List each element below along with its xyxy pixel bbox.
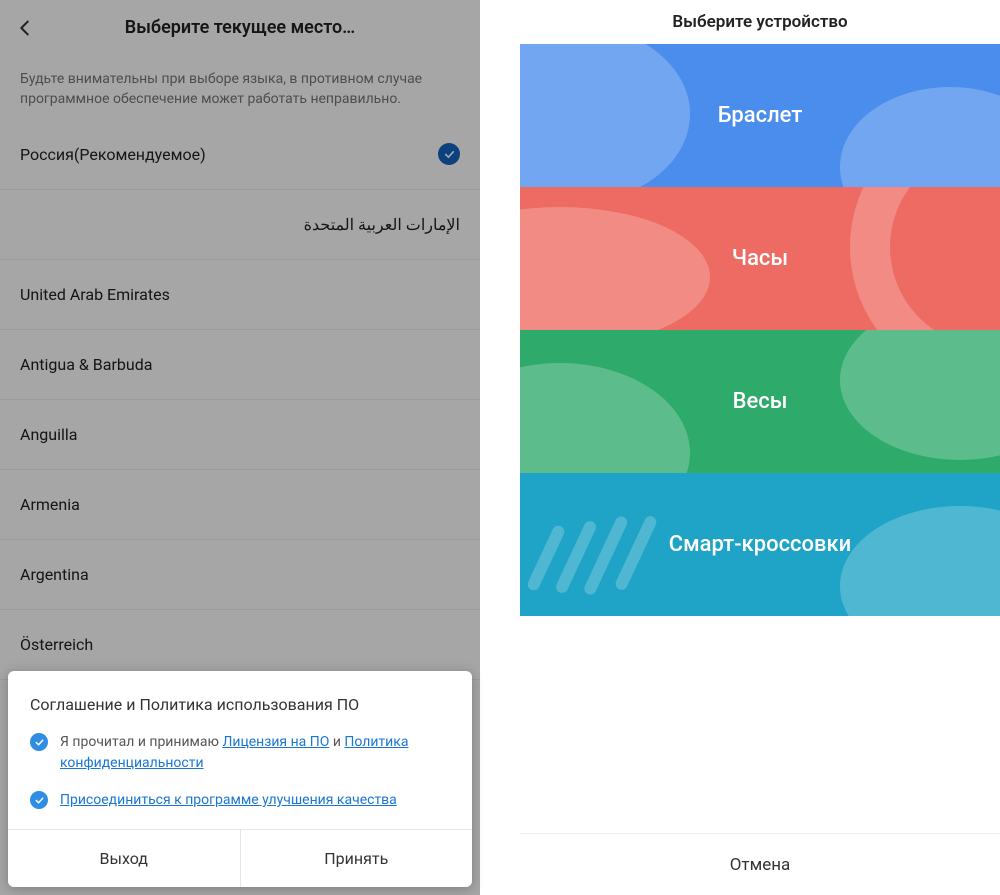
country-name: الإمارات العربية المتحدة [304,215,460,234]
location-select-screen: Выберите текущее место… Будьте вниматель… [0,0,480,895]
page-title: Выберите устройство [520,0,1000,44]
country-name: Armenia [20,495,80,514]
tile-label: Смарт-кроссовки [669,532,852,557]
modal-title: Соглашение и Политика использования ПО [30,695,450,714]
device-tile-band[interactable]: Браслет [520,44,1000,187]
pane-divider [480,0,520,895]
country-row[interactable]: الإمارات العربية المتحدة [0,190,480,260]
program-text: Присоединиться к программе улучшения кач… [60,790,397,811]
device-tile-scale[interactable]: Весы [520,330,1000,473]
license-link[interactable]: Лицензия на ПО [222,734,329,750]
country-row[interactable]: Argentina [0,540,480,610]
tile-label: Весы [733,389,788,414]
agreement-modal: Соглашение и Политика использования ПО Я… [8,671,472,887]
warning-text: Будьте внимательны при выборе языка, в п… [0,55,480,120]
exit-button[interactable]: Выход [8,830,240,887]
modal-actions: Выход Принять [8,829,472,887]
join-program-row[interactable]: Присоединиться к программе улучшения кач… [30,790,450,811]
country-row[interactable]: United Arab Emirates [0,260,480,330]
left-header: Выберите текущее место… [0,0,480,55]
accept-license-row[interactable]: Я прочитал и принимаю Лицензия на ПО и П… [30,732,450,774]
device-select-screen: Выберите устройство Браслет Часы Весы См… [520,0,1000,895]
country-name: Antigua & Barbuda [20,355,152,374]
tile-label: Часы [732,246,788,271]
device-tile-watch[interactable]: Часы [520,187,1000,330]
country-name: Anguilla [20,425,77,444]
country-row[interactable]: Armenia [0,470,480,540]
improvement-link[interactable]: Присоединиться к программе улучшения кач… [60,792,397,808]
country-name: Россия(Рекомендуемое) [20,145,206,164]
country-row[interactable]: Antigua & Barbuda [0,330,480,400]
checkbox-checked-icon[interactable] [30,733,48,751]
country-list: Россия(Рекомендуемое) الإمارات العربية ا… [0,120,480,680]
checkbox-checked-icon[interactable] [30,791,48,809]
country-name: Österreich [20,635,93,654]
cancel-button[interactable]: Отмена [520,833,1000,895]
country-row[interactable]: Österreich [0,610,480,680]
country-row[interactable]: Anguilla [0,400,480,470]
country-name: United Arab Emirates [20,285,170,304]
country-row-selected[interactable]: Россия(Рекомендуемое) [0,120,480,190]
device-tile-shoe[interactable]: Смарт-кроссовки [520,473,1000,616]
accept-button[interactable]: Принять [240,830,473,887]
tile-label: Браслет [718,103,803,128]
license-text: Я прочитал и принимаю Лицензия на ПО и П… [60,732,450,774]
check-icon [438,143,460,165]
page-title: Выберите текущее место… [12,17,468,38]
country-name: Argentina [20,565,89,584]
